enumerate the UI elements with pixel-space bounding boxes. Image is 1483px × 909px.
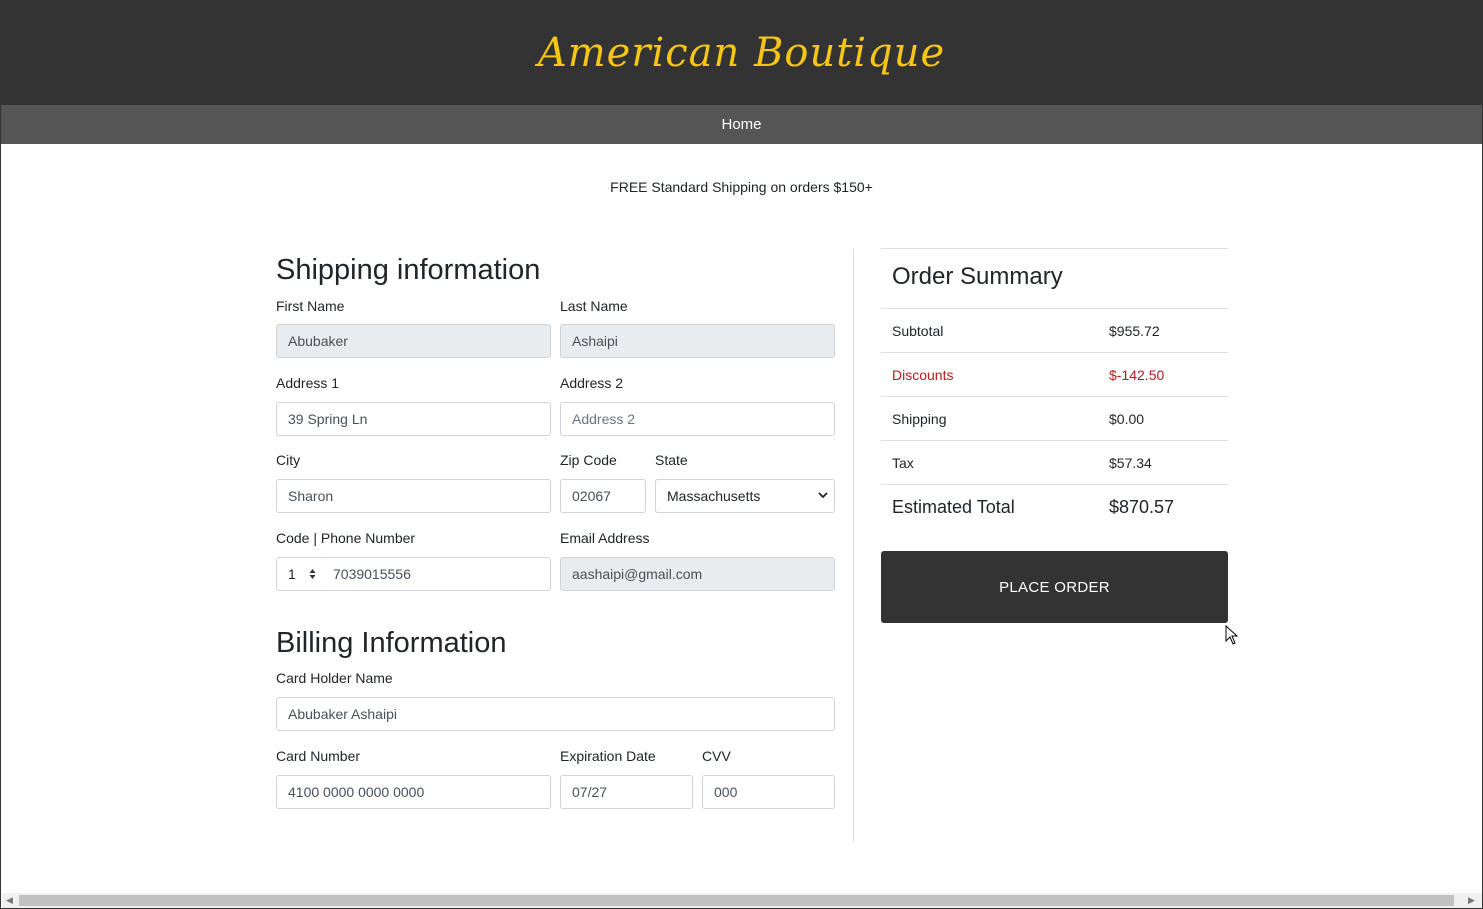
subtotal-value: $955.72 — [1109, 323, 1160, 339]
address2-label: Address 2 — [560, 375, 624, 391]
state-select[interactable]: Massachusetts — [655, 479, 835, 513]
page: American Boutique Home FREE Standard Shi… — [0, 0, 1483, 909]
phone-label: Code | Phone Number — [276, 530, 416, 546]
billing-title: Billing Information — [276, 627, 507, 659]
place-order-button[interactable]: PLACE ORDER — [881, 551, 1228, 623]
zip-label: Zip Code — [560, 452, 617, 468]
brand-logo[interactable]: American Boutique — [538, 30, 945, 76]
tax-value: $57.34 — [1109, 455, 1152, 471]
shipping-cost-label: Shipping — [892, 411, 947, 427]
state-label: State — [655, 452, 688, 468]
subtotal-label: Subtotal — [892, 323, 944, 339]
phone-code-value: 1 — [288, 566, 296, 582]
subtotal-row: Subtotal $955.72 — [881, 308, 1228, 352]
last-name-field[interactable]: Ashaipi — [560, 324, 835, 358]
scroll-left-icon[interactable]: ◀ — [6, 895, 13, 906]
order-summary-title: Order Summary — [881, 248, 1228, 308]
expiration-label: Expiration Date — [560, 748, 656, 764]
city-field[interactable]: Sharon — [276, 479, 551, 513]
shipping-cost-value: $0.00 — [1109, 411, 1145, 427]
promo-banner: FREE Standard Shipping on orders $150+ — [610, 179, 873, 195]
discounts-row: Discounts $-142.50 — [881, 352, 1228, 396]
scrollbar-thumb[interactable] — [19, 895, 1454, 906]
site-header: American Boutique — [1, 1, 1482, 105]
column-divider — [853, 249, 854, 842]
first-name-label: First Name — [276, 298, 345, 314]
address1-field[interactable]: 39 Spring Ln — [276, 402, 551, 436]
mouse-cursor-icon — [1225, 624, 1239, 650]
tax-row: Tax $57.34 — [881, 440, 1228, 484]
nav-home-link[interactable]: Home — [721, 116, 761, 133]
card-number-label: Card Number — [276, 748, 361, 764]
phone-number-field[interactable]: 7039015556 — [322, 557, 551, 591]
address2-field[interactable]: Address 2 — [560, 402, 835, 436]
zip-field[interactable]: 02067 — [560, 479, 646, 513]
phone-code-stepper[interactable]: 1 — [276, 557, 323, 591]
total-row: Estimated Total $870.57 — [881, 484, 1228, 528]
nav-bar: Home — [1, 105, 1482, 144]
tax-label: Tax — [892, 455, 914, 471]
cvv-label: CVV — [702, 748, 731, 764]
discounts-label: Discounts — [892, 367, 954, 383]
city-label: City — [276, 452, 301, 468]
address1-label: Address 1 — [276, 375, 340, 391]
order-summary: Order Summary Subtotal $955.72 Discounts… — [881, 248, 1228, 528]
chevron-down-icon — [818, 490, 828, 502]
spinner-arrows-icon[interactable] — [309, 568, 316, 580]
cvv-field[interactable]: 000 — [702, 775, 835, 809]
shipping-row: Shipping $0.00 — [881, 396, 1228, 440]
total-value: $870.57 — [1109, 497, 1175, 517]
shipping-title: Shipping information — [276, 254, 541, 286]
last-name-label: Last Name — [560, 298, 628, 314]
first-name-field[interactable]: Abubaker — [276, 324, 551, 358]
email-label: Email Address — [560, 530, 650, 546]
card-number-field[interactable]: 4100 0000 0000 0000 — [276, 775, 551, 809]
email-field[interactable]: aashaipi@gmail.com — [560, 557, 835, 591]
card-holder-label: Card Holder Name — [276, 670, 393, 686]
scroll-right-icon[interactable]: ▶ — [1468, 895, 1475, 906]
discounts-value: $-142.50 — [1109, 367, 1165, 383]
horizontal-scrollbar[interactable]: ◀ ▶ — [2, 893, 1482, 908]
state-select-value: Massachusetts — [667, 488, 761, 504]
expiration-field[interactable]: 07/27 — [560, 775, 693, 809]
card-holder-field[interactable]: Abubaker Ashaipi — [276, 697, 835, 731]
total-label: Estimated Total — [892, 497, 1015, 517]
